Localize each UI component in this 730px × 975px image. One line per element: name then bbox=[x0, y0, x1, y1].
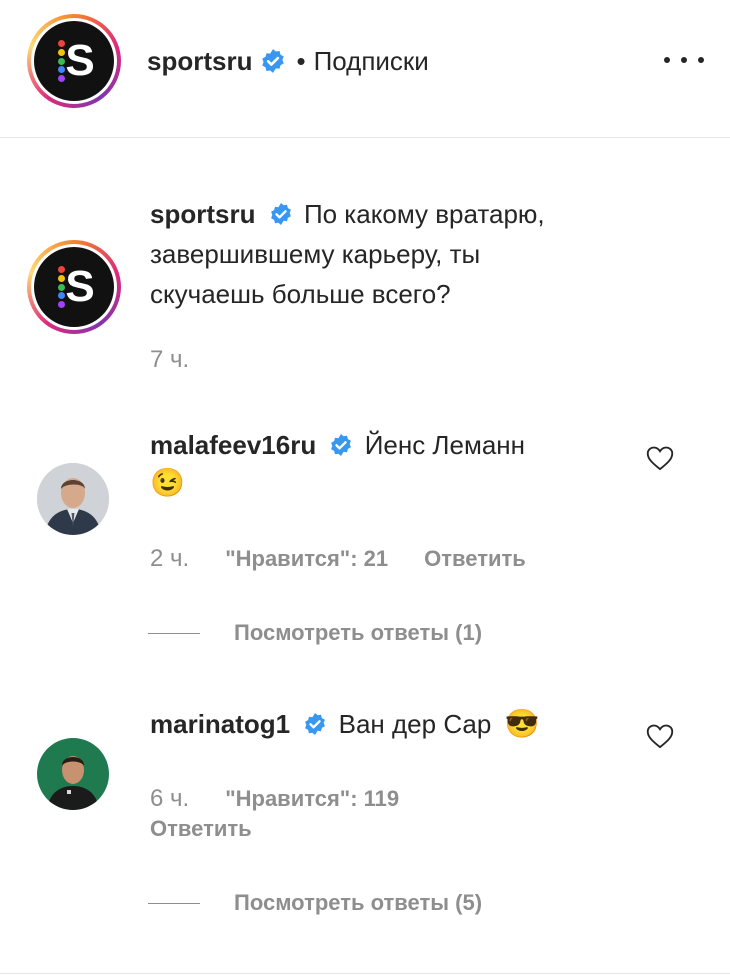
follow-status-button[interactable]: Подписки bbox=[314, 45, 429, 77]
heart-icon[interactable] bbox=[646, 445, 674, 471]
comment-username[interactable]: marinatog1 bbox=[150, 709, 290, 739]
comment-timestamp[interactable]: 2 ч. bbox=[150, 545, 189, 573]
bottom-divider bbox=[0, 973, 730, 974]
comment-meta-row: 6 ч. "Нравится": 119 bbox=[150, 782, 399, 816]
comment-likes[interactable]: "Нравится": 21 bbox=[225, 546, 388, 572]
more-horizontal-icon[interactable] bbox=[664, 50, 704, 70]
replies-divider bbox=[148, 903, 200, 904]
sunglasses-emoji: 😎 bbox=[504, 708, 540, 739]
comment-meta-row: 2 ч. "Нравится": 21 Ответить bbox=[150, 542, 526, 576]
reply-button[interactable]: Ответить bbox=[150, 816, 252, 842]
caption-line-3: скучаешь больше всего? bbox=[150, 279, 451, 309]
post-timestamp[interactable]: 7 ч. bbox=[150, 346, 189, 374]
replies-divider bbox=[148, 633, 200, 634]
wink-emoji: 😉 bbox=[150, 467, 185, 498]
person-photo-icon bbox=[37, 738, 109, 810]
view-replies-button[interactable]: Посмотреть ответы (5) bbox=[234, 890, 482, 916]
caption-line-2: завершившему карьеру, ты bbox=[150, 239, 481, 269]
comment-username[interactable]: malafeev16ru bbox=[150, 430, 316, 460]
header-username[interactable]: sportsru bbox=[147, 45, 252, 77]
post-caption: sportsru По какому вратарю, завершившему… bbox=[150, 194, 620, 314]
verified-badge-icon bbox=[270, 203, 291, 226]
sportsru-logo: S bbox=[34, 247, 114, 327]
post-author-avatar[interactable]: S bbox=[27, 240, 121, 334]
caption-line-1: По какому вратарю, bbox=[303, 199, 545, 229]
commenter-avatar-malafeev16ru[interactable] bbox=[37, 463, 109, 535]
sportsru-logo: S bbox=[34, 21, 114, 101]
verified-badge-icon bbox=[331, 434, 352, 457]
verified-badge-icon bbox=[305, 713, 326, 736]
caption-username[interactable]: sportsru bbox=[150, 199, 255, 229]
comment-text: Ван дер Сар bbox=[338, 709, 492, 739]
comment-timestamp[interactable]: 6 ч. bbox=[150, 785, 189, 813]
heart-icon[interactable] bbox=[646, 723, 674, 749]
header-separator: • bbox=[296, 46, 306, 76]
person-photo-icon bbox=[37, 463, 109, 535]
verified-badge-icon bbox=[262, 49, 285, 73]
post-header: S sportsru • Подписки bbox=[0, 0, 730, 138]
comment-marinatog1: marinatog1 Ван дер Сар 😎 bbox=[150, 705, 630, 743]
comment-malafeev16ru: malafeev16ru Йенс Леманн 😉 bbox=[150, 426, 630, 502]
commenter-avatar-marinatog1[interactable] bbox=[37, 738, 109, 810]
view-replies-button[interactable]: Посмотреть ответы (1) bbox=[234, 620, 482, 646]
comment-likes[interactable]: "Нравится": 119 bbox=[225, 786, 399, 812]
comment-text: Йенс Леманн bbox=[364, 430, 526, 460]
header-name-row: sportsru • Подписки bbox=[147, 45, 429, 77]
header-avatar[interactable]: S bbox=[27, 14, 121, 108]
reply-button[interactable]: Ответить bbox=[424, 546, 526, 572]
